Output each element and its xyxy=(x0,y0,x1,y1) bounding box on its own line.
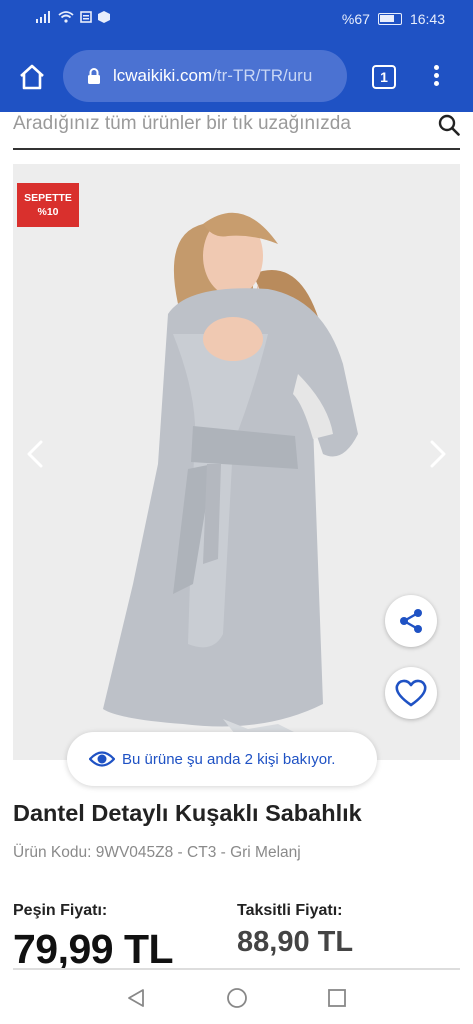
url-field[interactable]: lcwaikiki.com/tr-TR/TR/uru xyxy=(63,50,347,102)
product-title: Dantel Detaylı Kuşaklı Sabahlık xyxy=(13,800,362,826)
favorite-button[interactable] xyxy=(385,667,437,719)
eye-icon xyxy=(89,751,115,767)
viewers-text: Bu ürüne şu anda 2 kişi bakıyor. xyxy=(122,750,336,768)
installment-price-value: 88,90 TL xyxy=(237,926,354,958)
nav-recents-icon xyxy=(328,989,346,1007)
nav-divider xyxy=(13,968,460,970)
product-image-carousel[interactable]: SEPETTE %10 xyxy=(13,164,460,760)
nav-home-icon xyxy=(227,988,247,1008)
share-icon xyxy=(400,609,422,633)
badge-line-2: %10 xyxy=(37,206,59,218)
cash-price-block: Peşin Fiyatı: 79,99 TL xyxy=(13,902,174,973)
viewers-indicator: Bu ürüne şu anda 2 kişi bakıyor. xyxy=(67,732,377,786)
more-vert-icon[interactable] xyxy=(430,62,442,92)
box-icon xyxy=(98,11,110,23)
nav-back-button[interactable] xyxy=(125,987,147,1009)
home-icon xyxy=(20,64,44,90)
status-icons-right: %67 16:43 xyxy=(342,11,445,27)
heart-icon xyxy=(395,679,427,707)
installment-price-label: Taksitli Fiyatı: xyxy=(237,902,343,919)
signal-icon xyxy=(36,11,50,23)
notification-icon xyxy=(80,11,92,23)
battery-percent: %67 xyxy=(341,11,370,27)
status-bar: %67 16:43 xyxy=(0,0,473,40)
lock-icon xyxy=(88,68,100,84)
installment-price-block: Taksitli Fiyatı: 88,90 TL xyxy=(237,902,353,959)
badge-line-1: SEPETTE xyxy=(24,192,72,204)
nav-home-button[interactable] xyxy=(226,987,248,1009)
battery-icon xyxy=(377,13,402,25)
product-photo xyxy=(13,164,460,760)
system-nav-bar xyxy=(0,971,473,1024)
url-host: lcwaikiki.com xyxy=(113,66,213,85)
nav-back-icon xyxy=(128,989,144,1007)
cash-price-value: 79,99 TL xyxy=(13,926,174,972)
product-code: Ürün Kodu: 9WV045Z8 - CT3 - Gri Melanj xyxy=(13,844,301,861)
home-button[interactable] xyxy=(17,62,47,92)
nav-recents-button[interactable] xyxy=(326,987,348,1009)
wifi-icon xyxy=(58,11,74,23)
search-placeholder: Aradığınız tüm ürünler bir tık uzağınızd… xyxy=(13,113,351,134)
share-button[interactable] xyxy=(385,595,437,647)
chevron-right-icon xyxy=(430,440,446,468)
chevron-left-icon xyxy=(27,440,43,468)
cash-price-label: Peşin Fiyatı: xyxy=(13,902,108,919)
clock: 16:43 xyxy=(409,11,445,27)
carousel-prev-button[interactable] xyxy=(23,436,47,472)
tabs-button[interactable]: 1 xyxy=(372,65,396,89)
browser-toolbar: lcwaikiki.com/tr-TR/TR/uru 1 xyxy=(0,40,473,112)
search-bar[interactable]: Aradığınız tüm ürünler bir tık uzağınızd… xyxy=(13,112,460,150)
carousel-next-button[interactable] xyxy=(426,436,450,472)
discount-badge: SEPETTE %10 xyxy=(17,183,79,227)
search-icon[interactable] xyxy=(438,114,460,136)
status-icons-left xyxy=(36,11,110,23)
url-path: /tr-TR/TR/uru xyxy=(212,66,313,85)
